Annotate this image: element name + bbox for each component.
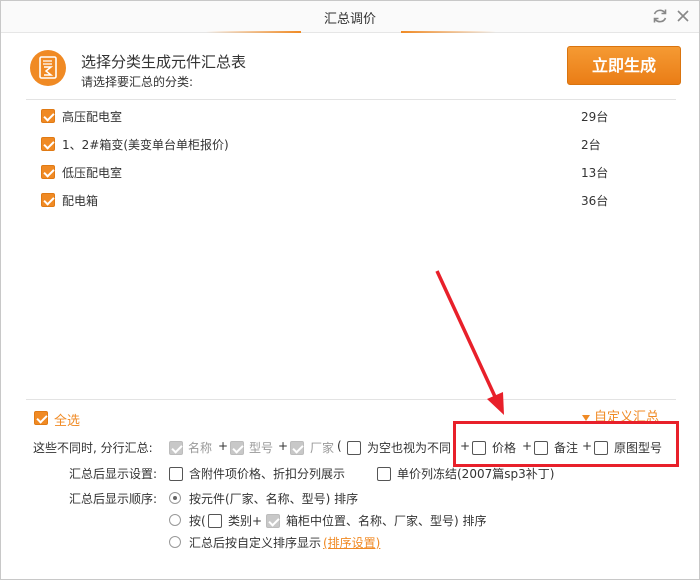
divider <box>26 99 676 100</box>
group-by-vendor-label: 厂家 <box>310 441 335 455</box>
category-item[interactable]: 低压配电室 13台 <box>41 163 641 183</box>
window-title: 汇总调价 <box>323 12 376 27</box>
select-all-label[interactable]: 全选 <box>54 410 80 429</box>
sort-by-component-label: 按元件(厂家、名称、型号) 排序 <box>189 492 359 506</box>
display-settings-label: 汇总后显示设置: <box>69 467 158 481</box>
category-checkbox[interactable] <box>41 109 55 123</box>
title-accent-left <box>206 31 301 33</box>
sort-category-checkbox[interactable] <box>208 514 222 528</box>
sort-category-label: 类别+ <box>228 514 263 528</box>
group-by-name-checkbox <box>169 441 183 455</box>
sort-by-category-radio[interactable] <box>169 514 181 526</box>
sort-by-prefix: 按( <box>189 514 206 528</box>
page-subtitle: 请选择要汇总的分类: <box>81 75 194 89</box>
summary-price-dialog: 汇总调价 选择分类生成元件汇总表 请选择要汇总的分类: 立即生成 高压配电室 2… <box>0 0 700 580</box>
empty-as-diff-checkbox[interactable] <box>347 441 361 455</box>
empty-as-diff-label: 为空也视为不同 <box>367 441 452 455</box>
attachment-price-label: 含附件项价格、折扣分列展示 <box>189 467 346 481</box>
category-count: 36台 <box>581 194 609 208</box>
sort-position-label: 箱柜中位置、名称、厂家、型号) 排序 <box>286 514 487 528</box>
category-item[interactable]: 配电箱 36台 <box>41 191 641 211</box>
sort-position-checkbox <box>266 514 280 528</box>
category-count: 29台 <box>581 110 609 124</box>
page-title: 选择分类生成元件汇总表 <box>81 53 247 71</box>
paren-open: ( <box>337 439 342 453</box>
group-by-label: 这些不同时, 分行汇总: <box>33 441 153 455</box>
divider <box>26 399 676 400</box>
title-bar: 汇总调价 <box>1 1 699 33</box>
category-count: 13台 <box>581 166 609 180</box>
category-checkbox[interactable] <box>41 193 55 207</box>
close-icon[interactable] <box>674 7 692 25</box>
group-by-model-checkbox <box>230 441 244 455</box>
annotation-highlight-box <box>453 421 679 467</box>
category-label: 低压配电室 <box>62 166 123 180</box>
display-order-label: 汇总后显示顺序: <box>69 492 158 506</box>
freeze-price-column-checkbox[interactable] <box>377 467 391 481</box>
group-by-vendor-checkbox <box>290 441 304 455</box>
freeze-price-column-label: 单价列冻结(2007篇sp3补丁) <box>397 467 555 481</box>
select-all-checkbox[interactable] <box>34 411 48 425</box>
category-checkbox[interactable] <box>41 137 55 151</box>
category-item[interactable]: 高压配电室 29台 <box>41 107 641 127</box>
category-count: 2台 <box>581 138 601 152</box>
group-by-name-label: 名称 <box>188 441 213 455</box>
category-checkbox[interactable] <box>41 165 55 179</box>
summary-sheet-icon <box>29 49 67 87</box>
refresh-icon[interactable] <box>651 7 669 25</box>
category-label: 高压配电室 <box>62 110 123 124</box>
title-accent-right <box>401 31 496 33</box>
generate-button[interactable]: 立即生成 <box>567 46 681 85</box>
category-item[interactable]: 1、2#箱变(美变单台单柜报价) 2台 <box>41 135 641 155</box>
triangle-down-icon <box>582 414 590 421</box>
group-by-model-label: 型号 <box>249 441 274 455</box>
plus-sign: + <box>278 439 289 453</box>
plus-sign: + <box>218 439 229 453</box>
custom-sort-label: 汇总后按自定义排序显示 <box>189 536 322 550</box>
sort-settings-link[interactable]: (排序设置) <box>323 534 380 551</box>
custom-sort-radio[interactable] <box>169 536 181 548</box>
category-label: 1、2#箱变(美变单台单柜报价) <box>62 138 229 152</box>
attachment-price-checkbox[interactable] <box>169 467 183 481</box>
sort-by-component-radio[interactable] <box>169 492 181 504</box>
category-label: 配电箱 <box>62 194 99 208</box>
